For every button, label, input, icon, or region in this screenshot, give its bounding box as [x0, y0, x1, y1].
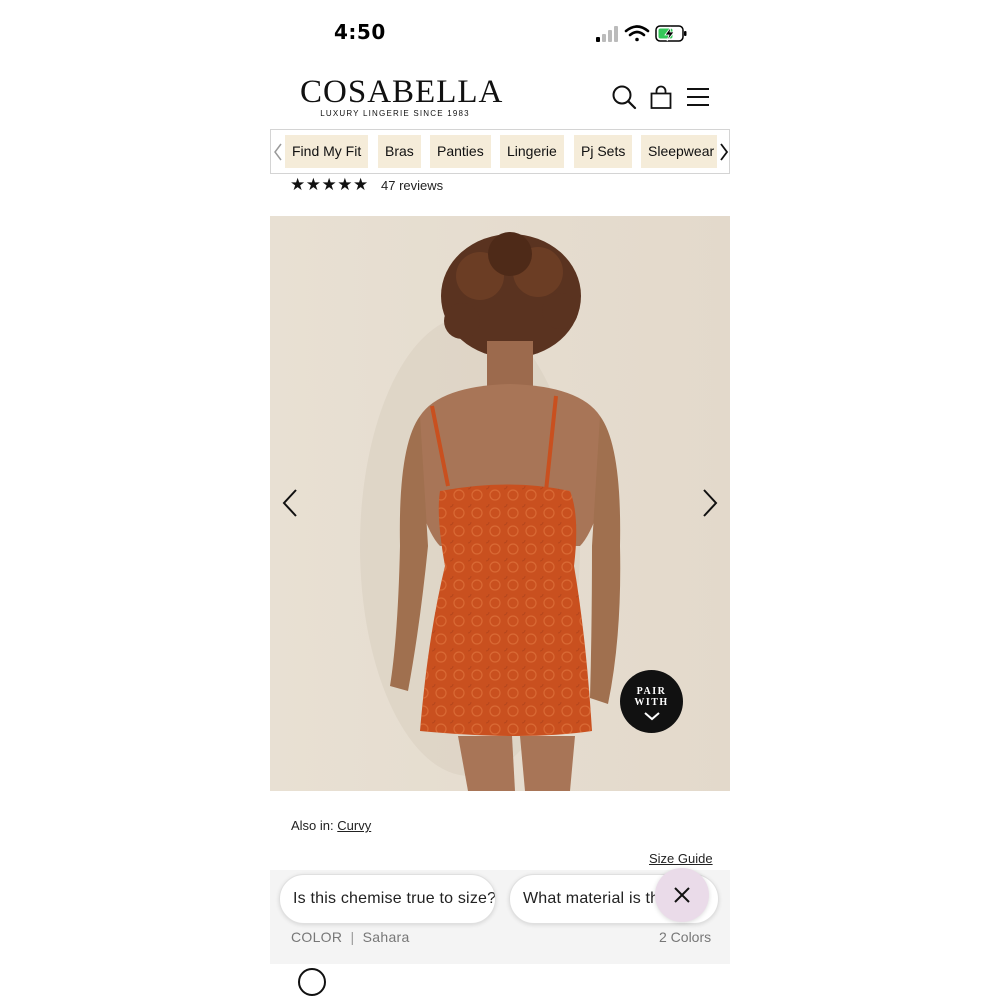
- pair-with-line2: WITH: [634, 697, 669, 708]
- rating-stars[interactable]: ★★★★★: [290, 175, 369, 195]
- chevron-left-icon: [274, 143, 282, 160]
- also-in: Also in: Curvy: [291, 818, 371, 833]
- status-time: 4:50: [334, 20, 386, 44]
- color-selector-label: COLOR | Sahara: [291, 929, 410, 945]
- size-guide-link[interactable]: Size Guide: [649, 851, 713, 866]
- close-icon: [674, 887, 690, 903]
- brand-logo-text: COSABELLA: [300, 74, 504, 110]
- category-find-my-fit[interactable]: Find My Fit: [285, 135, 369, 168]
- close-suggestions-button[interactable]: [655, 868, 709, 922]
- suggestion-chip-true-to-size[interactable]: Is this chemise true to size?: [279, 874, 496, 924]
- category-panties[interactable]: Panties: [430, 135, 491, 168]
- curvy-link[interactable]: Curvy: [337, 818, 371, 833]
- battery-charging-icon: [655, 25, 687, 42]
- chevron-right-icon: [720, 142, 729, 161]
- pair-with-line1: PAIR: [636, 686, 667, 697]
- reviews-count[interactable]: 47 reviews: [381, 178, 443, 193]
- pair-with-button[interactable]: PAIR WITH: [620, 670, 683, 733]
- cellular-signal-icon: [596, 26, 618, 42]
- category-scroll-right[interactable]: [717, 130, 729, 173]
- category-bras[interactable]: Bras: [378, 135, 421, 168]
- brand-logo[interactable]: COSABELLA LUXURY LINGERIE SINCE 1983: [300, 74, 504, 118]
- hamburger-menu-icon[interactable]: [685, 84, 711, 110]
- category-pj-sets[interactable]: Pj Sets: [574, 135, 633, 168]
- next-image-arrow[interactable]: [698, 488, 720, 518]
- color-count: 2 Colors: [659, 929, 712, 945]
- brand-tagline: LUXURY LINGERIE SINCE 1983: [320, 109, 470, 118]
- wifi-icon: [624, 25, 650, 42]
- category-sleepwear[interactable]: Sleepwear: [641, 135, 722, 168]
- shopping-bag-icon[interactable]: [648, 84, 674, 110]
- category-scroll-left[interactable]: [271, 130, 285, 173]
- chevron-down-icon: [643, 712, 660, 721]
- category-nav: Find My Fit Bras Panties Lingerie Pj Set…: [270, 129, 730, 174]
- search-icon[interactable]: [611, 84, 637, 110]
- status-icons: [596, 25, 687, 42]
- color-value: Sahara: [362, 929, 410, 945]
- also-in-label: Also in:: [291, 818, 334, 833]
- color-heading: COLOR: [291, 929, 343, 945]
- previous-image-arrow[interactable]: [280, 488, 302, 518]
- color-swatch[interactable]: [298, 968, 326, 996]
- category-lingerie[interactable]: Lingerie: [500, 135, 564, 168]
